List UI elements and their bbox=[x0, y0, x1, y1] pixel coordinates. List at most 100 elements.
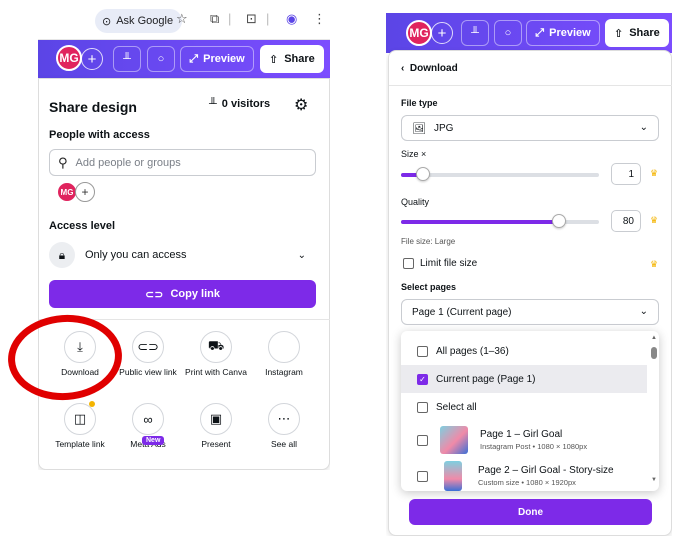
chevron-down-icon: ⌄ bbox=[639, 306, 648, 317]
back-label: Download bbox=[409, 63, 458, 74]
see-all-option[interactable]: ⋯ See all bbox=[251, 403, 317, 449]
present-option[interactable]: ▣ Present bbox=[183, 403, 249, 449]
checkbox[interactable] bbox=[403, 258, 414, 269]
download-screenshot: MG + ╨ ○ ⤢ Preview ⇧ Share ‹ Download Fi… bbox=[386, 0, 672, 536]
scrollbar-thumb[interactable] bbox=[651, 347, 657, 359]
file-size-text: File size: Large bbox=[401, 237, 456, 246]
preview-label: Preview bbox=[549, 27, 591, 39]
checkbox[interactable] bbox=[417, 401, 428, 413]
comment-button[interactable]: ○ bbox=[147, 46, 175, 72]
canva-top-toolbar: MG + ╨ ○ ⤢ Preview ⇧ Share bbox=[38, 40, 330, 78]
preview-button[interactable]: ⤢ Preview bbox=[180, 46, 254, 72]
share-design-panel: Share design ╨ 0 visitors ⚙ People with … bbox=[38, 78, 330, 470]
limit-file-size-checkbox[interactable]: Limit file size bbox=[403, 258, 477, 269]
search-icon: ⚲ bbox=[58, 154, 68, 170]
copy-link-button[interactable]: ⊂⊃ Copy link bbox=[49, 280, 316, 308]
size-slider-thumb[interactable] bbox=[416, 167, 430, 181]
instagram-icon: ◎ bbox=[268, 331, 300, 363]
back-button[interactable]: ‹ Download bbox=[401, 63, 458, 74]
quality-slider-thumb[interactable] bbox=[552, 214, 566, 228]
expand-icon: ⤢ bbox=[535, 26, 545, 39]
checkbox[interactable] bbox=[417, 345, 428, 357]
page-title: Page 2 – Girl Goal - Story-size bbox=[478, 465, 614, 476]
pages-dropdown: All pages (1–36) ✓ Current page (Page 1)… bbox=[401, 331, 659, 491]
share-label: Share bbox=[284, 53, 315, 65]
size-label: Size × bbox=[401, 149, 427, 159]
scroll-up-icon[interactable]: ▲ bbox=[651, 335, 657, 341]
option-label: Current page (Page 1) bbox=[436, 373, 536, 385]
size-input[interactable]: 1 bbox=[611, 163, 641, 185]
browser-toolbar: ⊙ Ask Google ☆ ⧉ | ⊡ | ◉ ⋮ bbox=[38, 0, 330, 40]
option-label: Template link bbox=[55, 439, 105, 449]
current-page-option[interactable]: ✓ Current page (Page 1) bbox=[401, 365, 647, 393]
insights-button[interactable]: ╨ bbox=[461, 20, 489, 46]
limit-file-size-label: Limit file size bbox=[420, 258, 478, 269]
select-all-option[interactable]: Select all bbox=[401, 393, 647, 421]
checkbox-checked[interactable]: ✓ bbox=[417, 373, 428, 385]
access-level-label: Access level bbox=[49, 220, 116, 232]
share-upload-icon: ⇧ bbox=[614, 27, 624, 40]
public-view-link-option[interactable]: ⊂⊃ Public view link bbox=[115, 331, 181, 377]
share-design-screenshot: ⊙ Ask Google ☆ ⧉ | ⊡ | ◉ ⋮ MG + ╨ ○ ⤢ Pr… bbox=[38, 0, 330, 470]
panel-title: Share design bbox=[49, 99, 137, 115]
star-icon[interactable]: ☆ bbox=[176, 11, 188, 27]
select-pages-select[interactable]: Page 1 (Current page) ⌄ bbox=[401, 299, 659, 325]
page-subtitle: Custom size • 1080 × 1920px bbox=[478, 478, 576, 487]
present-icon: ▣ bbox=[200, 403, 232, 435]
page-title: Page 1 – Girl Goal bbox=[480, 429, 563, 440]
user-avatar-small[interactable]: MG bbox=[57, 182, 77, 202]
comment-button[interactable]: ○ bbox=[494, 20, 522, 46]
new-badge: New bbox=[142, 436, 165, 445]
done-button[interactable]: Done bbox=[409, 499, 652, 525]
select-pages-label: Select pages bbox=[401, 282, 457, 292]
checkbox[interactable] bbox=[417, 434, 428, 446]
toolbar-divider-2: | bbox=[266, 11, 270, 26]
add-people-placeholder: Add people or groups bbox=[75, 156, 181, 169]
screenshot-icon[interactable]: ⊡ bbox=[246, 11, 257, 27]
share-button[interactable]: ⇧ Share bbox=[605, 19, 669, 47]
menu-kebab-icon[interactable]: ⋮ bbox=[313, 11, 326, 27]
print-with-canva-option[interactable]: ⛟ Print with Canva bbox=[183, 331, 249, 377]
profile-icon[interactable]: ◉ bbox=[286, 11, 297, 27]
user-avatar[interactable]: MG bbox=[406, 20, 432, 46]
page-thumbnail bbox=[444, 461, 462, 491]
page-1-option[interactable]: Page 1 – Girl Goal Instagram Post • 1080… bbox=[401, 421, 647, 459]
option-label: Print with Canva bbox=[185, 367, 247, 377]
dropdown-scrollbar[interactable]: ▲ ▼ bbox=[651, 335, 657, 487]
checkbox[interactable] bbox=[417, 470, 428, 482]
visitors-count: 0 visitors bbox=[221, 98, 271, 110]
preview-label: Preview bbox=[203, 53, 245, 65]
file-type-value: JPG bbox=[433, 122, 454, 134]
ask-google-button[interactable]: ⊙ Ask Google bbox=[95, 9, 183, 33]
instagram-option[interactable]: ◎ Instagram bbox=[251, 331, 317, 377]
page-2-option[interactable]: Page 2 – Girl Goal - Story-size Custom s… bbox=[401, 457, 647, 491]
add-collaborator-icon[interactable]: + bbox=[81, 48, 103, 70]
extensions-icon[interactable]: ⧉ bbox=[210, 11, 219, 27]
option-label: Select all bbox=[436, 401, 477, 413]
size-slider[interactable] bbox=[401, 167, 599, 181]
template-link-option[interactable]: ◫ Template link bbox=[47, 401, 113, 449]
meta-ads-option[interactable]: ∞ New Meta Ads bbox=[115, 403, 181, 449]
quality-input[interactable]: 80 bbox=[611, 210, 641, 232]
option-label: See all bbox=[271, 439, 297, 449]
insights-button[interactable]: ╨ bbox=[113, 46, 141, 72]
all-pages-option[interactable]: All pages (1–36) bbox=[401, 337, 647, 365]
add-people-input[interactable]: ⚲ Add people or groups bbox=[49, 149, 316, 176]
user-avatar[interactable]: MG bbox=[56, 45, 82, 71]
visitors-button[interactable]: ╨ 0 visitors bbox=[209, 98, 270, 110]
preview-button[interactable]: ⤢ Preview bbox=[526, 20, 600, 46]
page-info: Page 2 – Girl Goal - Story-size Custom s… bbox=[478, 465, 614, 487]
access-level-select[interactable]: 🔒︎ Only you can access ⌄ bbox=[49, 239, 316, 271]
scroll-down-icon[interactable]: ▼ bbox=[651, 477, 657, 483]
add-collaborator-icon[interactable]: + bbox=[431, 22, 453, 44]
share-button[interactable]: ⇧ Share bbox=[260, 45, 324, 73]
settings-gear-icon[interactable]: ⚙ bbox=[294, 95, 308, 115]
toolbar-divider: | bbox=[228, 11, 232, 26]
canva-top-toolbar-right: MG + ╨ ○ ⤢ Preview ⇧ Share bbox=[386, 13, 672, 53]
file-type-select[interactable]: 🖼︎ JPG ⌄ bbox=[401, 115, 659, 141]
divider bbox=[389, 85, 672, 86]
quality-slider[interactable] bbox=[401, 214, 599, 228]
chevron-down-icon: ⌄ bbox=[639, 122, 648, 133]
add-person-icon[interactable]: + bbox=[75, 182, 95, 202]
premium-crown-icon: ♛ bbox=[650, 215, 659, 225]
